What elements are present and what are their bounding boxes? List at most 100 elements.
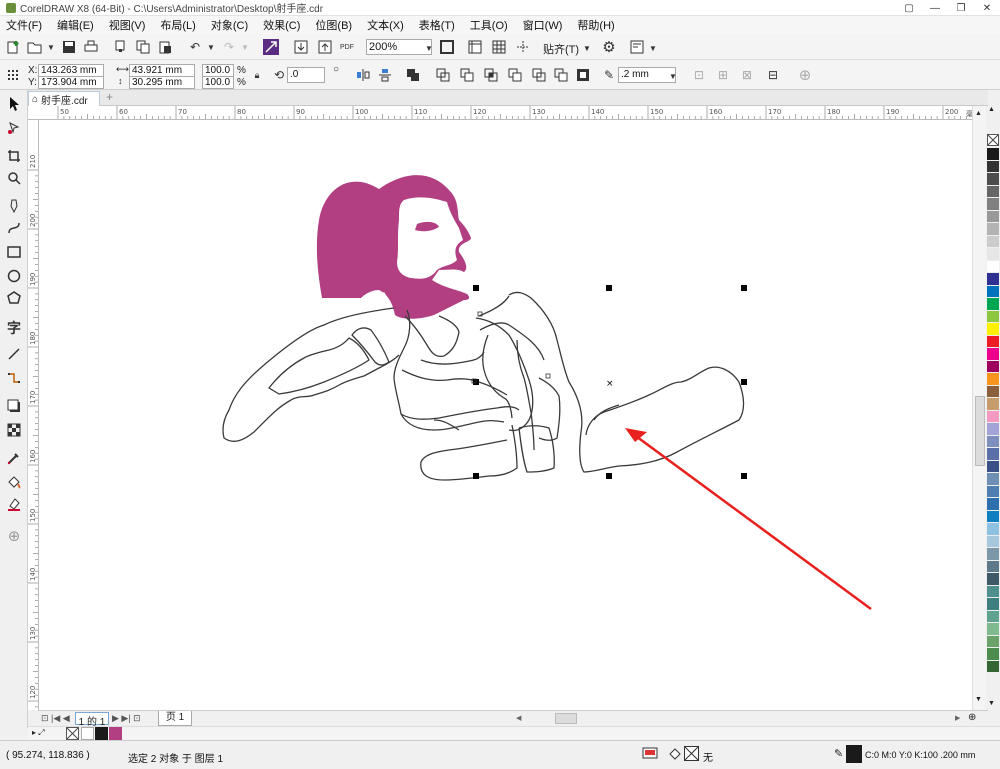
palette-swatch[interactable] [987, 523, 999, 536]
palette-swatch[interactable] [987, 548, 999, 561]
palette-swatch[interactable] [987, 160, 999, 173]
palette-swatch[interactable] [987, 273, 999, 286]
palette-swatch[interactable] [987, 598, 999, 611]
pick-tool-icon[interactable] [4, 94, 24, 114]
outline-pen-status-icon[interactable]: ✎ [834, 747, 844, 761]
palette-swatch[interactable] [987, 360, 999, 373]
launcher-dropdown-icon[interactable]: ▼ [644, 39, 662, 57]
scroll-left-icon[interactable]: ◀ [516, 714, 521, 722]
drawing-canvas[interactable]: × [39, 120, 972, 710]
palette-swatch[interactable] [987, 610, 999, 623]
palette-swatch[interactable] [987, 310, 999, 323]
horizontal-scroll-thumb[interactable] [555, 713, 577, 724]
horizontal-ruler[interactable]: 50 60 70 80 90 100 110 120 130 140 150 160 170 180 190… [38, 106, 988, 120]
align-distribute-icon[interactable]: ⊟ [764, 66, 782, 84]
import-icon[interactable] [292, 38, 310, 56]
add-property-icon[interactable]: ⊕ [796, 66, 814, 84]
export-icon[interactable] [316, 38, 334, 56]
snap-to-menu[interactable]: 贴齐(T) [543, 41, 579, 57]
artwork[interactable]: × [39, 120, 972, 710]
trim-icon[interactable] [458, 66, 476, 84]
height-field[interactable]: 30.295 mm [129, 76, 195, 89]
drop-shadow-tool-icon[interactable] [4, 396, 24, 416]
artistic-media-tool-icon[interactable] [4, 218, 24, 238]
rectangle-tool-icon[interactable] [4, 242, 24, 262]
menu-layout[interactable]: 布局(L) [160, 17, 195, 33]
object-origin-icon[interactable] [4, 66, 22, 84]
palette-swatch[interactable] [987, 398, 999, 411]
paste-icon[interactable] [156, 38, 174, 56]
crop-tool-icon[interactable] [4, 146, 24, 166]
snap-dropdown-icon[interactable]: ▼ [578, 39, 596, 57]
vertical-scrollbar[interactable]: ▲ ▼ [972, 106, 986, 710]
zoom-tool-icon[interactable] [4, 168, 24, 188]
color-eyedropper-tool-icon[interactable] [4, 448, 24, 468]
menu-view[interactable]: 视图(V) [109, 17, 146, 33]
new-tab-plus-icon[interactable]: + [106, 91, 118, 104]
menu-edit[interactable]: 编辑(E) [57, 17, 94, 33]
full-screen-icon[interactable] [438, 38, 456, 56]
new-document-icon[interactable] [4, 38, 22, 56]
palette-swatch[interactable] [987, 323, 999, 336]
selection-handles[interactable]: × [471, 285, 747, 479]
outline-color-swatch[interactable] [846, 745, 862, 763]
zoom-dropdown-icon[interactable]: ▼ [420, 39, 438, 57]
palette-swatch[interactable] [987, 235, 999, 248]
home-icon[interactable]: ⌂ [32, 94, 38, 105]
palette-swatch[interactable] [987, 535, 999, 548]
palette-swatch[interactable] [987, 560, 999, 573]
smart-fill-tool-icon[interactable] [4, 494, 24, 514]
mirror-vertical-icon[interactable] [376, 66, 394, 84]
text-tool-icon[interactable]: 字 [4, 318, 24, 338]
transparency-tool-icon[interactable] [4, 420, 24, 440]
doc-swatch-black[interactable] [95, 727, 108, 740]
doc-swatch-magenta[interactable] [109, 727, 122, 740]
search-content-icon[interactable] [262, 38, 280, 56]
palette-scroll-up-icon[interactable]: ▲ [988, 106, 995, 113]
palette-swatch[interactable] [987, 285, 999, 298]
page-counter[interactable]: 1 的 1 [75, 712, 109, 728]
show-guidelines-icon[interactable] [514, 38, 532, 56]
palette-swatch[interactable] [987, 410, 999, 423]
copy-icon[interactable] [134, 38, 152, 56]
palette-swatch[interactable] [987, 260, 999, 273]
ellipse-tool-icon[interactable] [4, 266, 24, 286]
selection-center-marker[interactable]: × [606, 379, 614, 389]
scale-y-field[interactable]: 100.0 [202, 76, 234, 89]
shape-tool-icon[interactable] [4, 118, 24, 138]
palette-swatch[interactable] [987, 585, 999, 598]
palette-swatch[interactable] [987, 498, 999, 511]
palette-swatch[interactable] [987, 423, 999, 436]
palette-swatch[interactable] [987, 660, 999, 673]
palette-swatch[interactable] [987, 635, 999, 648]
menu-bitmaps[interactable]: 位图(B) [315, 17, 352, 33]
palette-swatch[interactable] [987, 460, 999, 473]
doc-swatch-white[interactable] [81, 727, 94, 740]
y-position-field[interactable]: 173.904 mm [38, 76, 104, 89]
palette-swatch[interactable] [987, 148, 999, 161]
palette-swatch[interactable] [987, 510, 999, 523]
archer-body-outline[interactable] [222, 291, 745, 481]
show-rulers-icon[interactable] [466, 38, 484, 56]
page-1-tab[interactable]: 页 1 [158, 711, 192, 726]
palette-swatch[interactable] [987, 348, 999, 361]
outline-width-dropdown-icon[interactable]: ▼ [664, 67, 682, 85]
menu-text[interactable]: 文本(X) [367, 17, 404, 33]
menu-effects[interactable]: 效果(C) [263, 17, 300, 33]
palette-swatch[interactable] [987, 435, 999, 448]
doc-swatch-none[interactable] [66, 727, 79, 740]
save-icon[interactable] [60, 38, 78, 56]
palette-swatch[interactable] [987, 223, 999, 236]
palette-swatch[interactable] [987, 298, 999, 311]
first-page-icon[interactable]: ⊡ |◀ ◀ [41, 713, 70, 724]
mirror-horizontal-icon[interactable] [354, 66, 372, 84]
palette-scroll-down-icon[interactable]: ▼ [988, 700, 995, 707]
weld-icon[interactable] [434, 66, 452, 84]
create-boundary-icon[interactable] [574, 66, 592, 84]
connector-tool-icon[interactable] [4, 368, 24, 388]
vertical-scroll-thumb[interactable] [975, 396, 985, 466]
palette-swatch[interactable] [987, 335, 999, 348]
menu-window[interactable]: 窗口(W) [523, 17, 563, 33]
polygon-tool-icon[interactable] [4, 288, 24, 308]
add-tool-icon[interactable]: ⊕ [4, 526, 24, 546]
